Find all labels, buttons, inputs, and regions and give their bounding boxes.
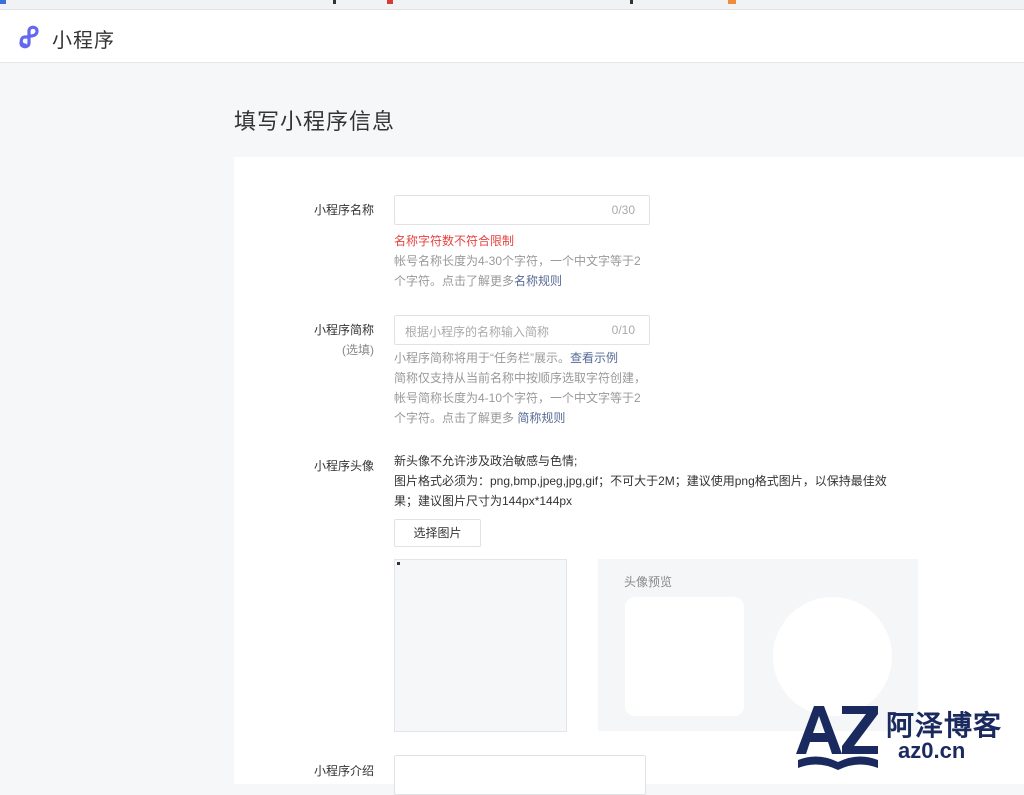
page-title: 填写小程序信息 [234,109,396,134]
tab-favicon [0,0,6,4]
short-name-rules-link[interactable]: 简称规则 [517,411,565,425]
app-title: 小程序 [52,30,115,52]
short-name-help-line1: 小程序简称将用于“任务栏”展示。查看示例 [394,348,654,368]
name-help: 帐号名称长度为4-30个字符，一个中文字等于2 个字符。点击了解更多名称规则 [394,251,654,291]
top-bar: 小程序 [0,10,1024,63]
avatar-preview-square [625,597,744,716]
view-example-link[interactable]: 查看示例 [570,351,618,365]
name-label: 小程序名称 [313,203,374,217]
select-image-button[interactable]: 选择图片 [394,519,481,547]
avatar-crop-area[interactable] [394,559,567,732]
avatar-preview-title: 头像预览 [624,575,673,589]
avatar-label: 小程序头像 [313,459,374,473]
tab-favicon [728,0,736,4]
short-name-help-line3: 帐号简称长度为4-10个字符，一个中文字等于2 [394,391,641,405]
avatar-info: 新头像不允许涉及政治敏感与色情; 图片格式必须为：png,bmp,jpeg,jp… [394,451,924,511]
crop-handle[interactable] [397,562,400,565]
name-char-counter: 0/30 [611,203,635,217]
tab-favicon [387,0,393,4]
short-name-input[interactable]: 根据小程序的名称输入简称 0/10 [394,315,650,345]
name-help-line: 帐号名称长度为4-30个字符，一个中文字等于2 [394,254,641,268]
short-name-help: 小程序简称将用于“任务栏”展示。查看示例 简称仅支持从当前名称中按顺序选取字符创… [394,348,654,428]
intro-textarea[interactable] [394,755,646,795]
tab-favicon [333,0,336,4]
watermark: 阿泽博客 az0.cn [790,696,1024,784]
short-name-help-text: 小程序简称将用于“任务栏”展示。 [394,351,570,365]
avatar-info-line2: 图片格式必须为：png,bmp,jpeg,jpg,gif；不可大于2M；建议使用… [394,474,887,488]
avatar-info-line3: 果；建议图片尺寸为144px*144px [394,494,573,508]
short-name-help-line4: 个字符。点击了解更多 简称规则 [394,408,654,428]
name-help-line2: 个字符。点击了解更多名称规则 [394,271,654,291]
short-name-help-line2: 简称仅支持从当前名称中按顺序选取字符创建， [394,371,647,385]
name-rules-link[interactable]: 名称规则 [514,274,562,288]
short-name-label: 小程序简称 [313,323,374,337]
name-error: 名称字符数不符合限制 [394,234,515,248]
form-card: 小程序名称 0/30 名称字符数不符合限制 帐号名称长度为4-30个字符，一个中… [234,157,1024,795]
browser-tab-strip [0,0,1024,10]
avatar-info-line1: 新头像不允许涉及政治敏感与色情; [394,454,578,468]
short-name-help-text4: 个字符。点击了解更多 [394,411,518,425]
name-input[interactable]: 0/30 [394,195,650,225]
tab-favicon [630,0,633,4]
miniprogram-logo-icon[interactable] [17,23,45,51]
short-name-optional-label: (选填) [342,343,374,357]
intro-label: 小程序介绍 [313,764,374,778]
az-logo-icon [796,706,878,770]
watermark-url-text: az0.cn [898,738,966,763]
short-name-char-counter: 0/10 [611,323,635,337]
name-help-text: 个字符。点击了解更多 [394,274,515,288]
short-name-placeholder: 根据小程序的名称输入简称 [405,325,550,339]
